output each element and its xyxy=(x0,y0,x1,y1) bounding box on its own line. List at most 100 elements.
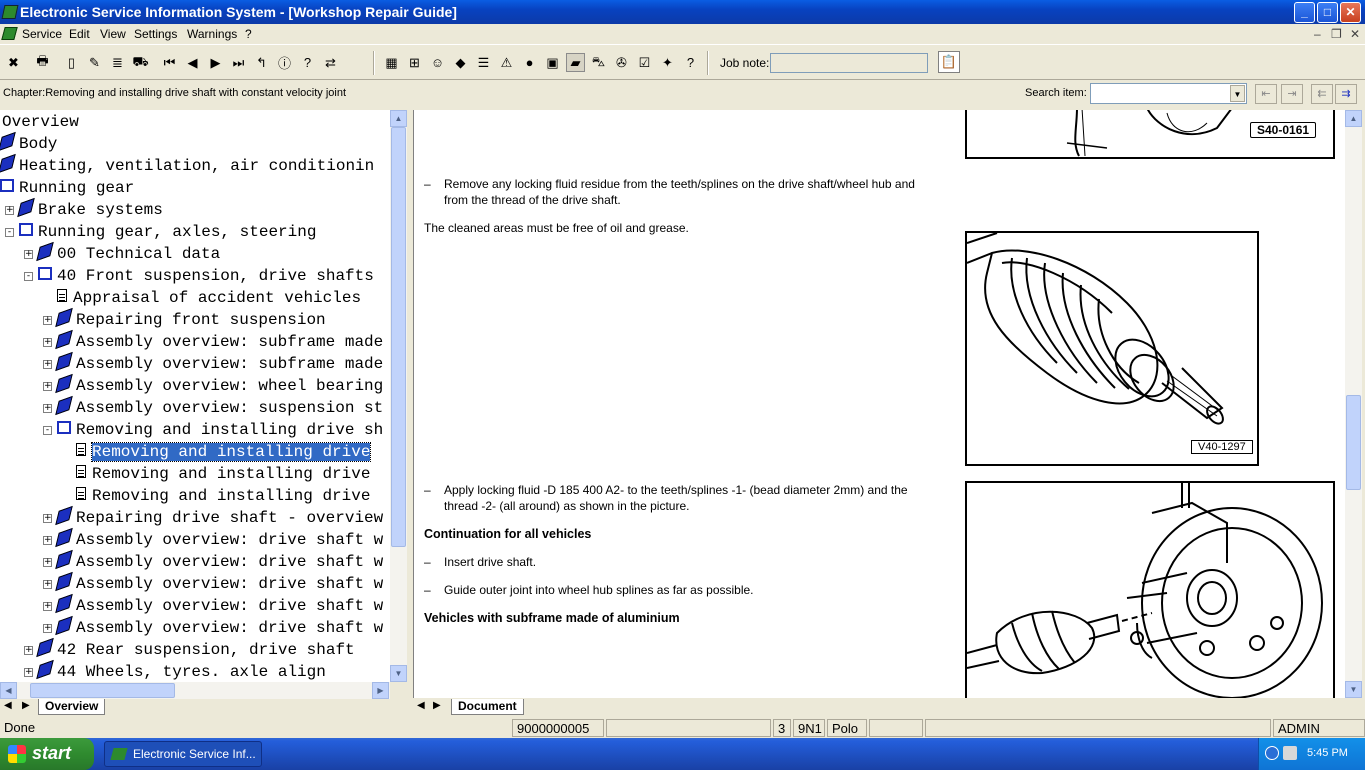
tree-horizontal-scrollbar[interactable]: ◀ ▶ xyxy=(0,682,390,699)
job-note-field[interactable] xyxy=(770,53,928,73)
checklist-icon[interactable]: ☑ xyxy=(635,53,654,72)
expand-node-icon[interactable]: + xyxy=(43,580,52,589)
scroll-up-icon[interactable]: ▲ xyxy=(390,110,407,127)
closed-book-icon xyxy=(55,308,73,328)
warning-icon[interactable]: ⚠ xyxy=(497,53,516,72)
start-button[interactable]: start xyxy=(0,738,94,770)
expand-node-icon[interactable]: + xyxy=(43,602,52,611)
tab-next-icon[interactable]: ▶ xyxy=(22,700,30,711)
tray-arrow-icon[interactable] xyxy=(1265,746,1279,760)
last-icon[interactable]: ⏭ xyxy=(229,53,248,72)
expand-node-icon[interactable]: + xyxy=(24,668,33,677)
help-icon[interactable]: ? xyxy=(298,53,317,72)
menu-service[interactable]: Service xyxy=(22,27,62,41)
scroll-thumb[interactable] xyxy=(391,127,406,547)
mdi-restore-button[interactable]: ❐ xyxy=(1331,27,1342,41)
menu-view[interactable]: View xyxy=(100,27,126,41)
toolbar-separator xyxy=(373,51,375,75)
expand-node-icon[interactable]: + xyxy=(43,404,52,413)
collapse-icon[interactable]: ⇇ xyxy=(1311,84,1333,104)
collapse-node-icon[interactable]: - xyxy=(5,228,14,237)
help-book-icon[interactable]: ? xyxy=(681,53,700,72)
chevron-down-icon[interactable]: ▼ xyxy=(1230,85,1245,102)
car-icon[interactable]: ⛍ xyxy=(589,53,608,72)
closed-book-icon xyxy=(55,528,73,548)
expand-node-icon[interactable]: + xyxy=(43,316,52,325)
menu-help[interactable]: ? xyxy=(245,27,252,41)
next-icon[interactable]: ▶ xyxy=(206,53,225,72)
save-disk-icon[interactable]: ▣ xyxy=(543,53,562,72)
maximize-button[interactable]: □ xyxy=(1317,2,1338,23)
tab-overview[interactable]: Overview xyxy=(38,699,106,715)
collapse-node-icon[interactable]: - xyxy=(43,426,52,435)
repair-guide-icon[interactable]: ▰ xyxy=(566,53,585,72)
expand-node-icon[interactable]: + xyxy=(43,558,52,567)
expand-node-icon[interactable]: + xyxy=(43,338,52,347)
search-forward-icon[interactable]: ⇥ xyxy=(1281,84,1303,104)
scroll-right-icon[interactable]: ▶ xyxy=(372,682,389,699)
circuit-icon[interactable]: ⊞ xyxy=(405,53,424,72)
scroll-down-icon[interactable]: ▼ xyxy=(1345,681,1362,698)
document-list-icon[interactable]: ≣ xyxy=(108,53,127,72)
scroll-up-icon[interactable]: ▲ xyxy=(1345,110,1362,127)
expand-node-icon[interactable]: + xyxy=(43,536,52,545)
tab-document[interactable]: Document xyxy=(451,699,524,715)
tree-vertical-scrollbar[interactable]: ▲ ▼ xyxy=(390,110,407,682)
bullet-dash: – xyxy=(424,483,431,497)
expand-node-icon[interactable]: + xyxy=(43,624,52,633)
search-back-icon[interactable]: ⇤ xyxy=(1255,84,1277,104)
taskbar-item-esi[interactable]: Electronic Service Inf... xyxy=(104,741,262,767)
tree-node-content: Appraisal of accident vehicles xyxy=(57,287,361,309)
clipboard-icon[interactable]: 📋 xyxy=(938,51,960,73)
tools-icon[interactable]: ✦ xyxy=(658,53,677,72)
tree-node-content: Assembly overview: drive shaft w xyxy=(55,528,383,551)
new-document-icon[interactable]: ▯ xyxy=(62,53,81,72)
minimize-button[interactable]: _ xyxy=(1294,2,1315,23)
search-item-select[interactable]: ▼ xyxy=(1090,83,1247,104)
globe-icon[interactable]: ● xyxy=(520,53,539,72)
overview-tree[interactable]: Overview Body Heating, ventilation, air co… xyxy=(0,110,390,682)
tab-next-icon[interactable]: ▶ xyxy=(433,700,441,711)
up-level-icon[interactable]: ↰ xyxy=(252,53,271,72)
menu-edit[interactable]: Edit xyxy=(69,27,90,41)
document-vertical-scrollbar[interactable]: ▲ ▼ xyxy=(1345,110,1362,698)
exit-icon[interactable]: ✖ xyxy=(4,53,23,72)
document-menu-icon[interactable] xyxy=(1,27,18,40)
previous-icon[interactable]: ◀ xyxy=(183,53,202,72)
tray-app-icon[interactable] xyxy=(1283,746,1297,760)
expand-node-icon[interactable]: + xyxy=(43,514,52,523)
print-icon[interactable]: 🖶 xyxy=(33,53,52,72)
menu-warnings[interactable]: Warnings xyxy=(187,27,237,41)
expand-node-icon[interactable]: + xyxy=(43,360,52,369)
scroll-left-icon[interactable]: ◀ xyxy=(0,682,17,699)
expand-node-icon[interactable]: + xyxy=(5,206,14,215)
edit-document-icon[interactable]: ✎ xyxy=(85,53,104,72)
info-icon[interactable]: ⓘ xyxy=(275,53,294,72)
people-icon[interactable]: ☺ xyxy=(428,53,447,72)
tab-prev-icon[interactable]: ◀ xyxy=(4,700,12,711)
diagnosis-icon[interactable]: ✇ xyxy=(612,53,631,72)
vehicle-icon[interactable]: ⛟ xyxy=(131,53,150,72)
close-button[interactable]: ✕ xyxy=(1340,2,1361,23)
red-book-icon[interactable]: ◆ xyxy=(451,53,470,72)
closed-book-icon xyxy=(55,506,73,526)
note-text: The cleaned areas must be free of oil an… xyxy=(424,221,689,235)
expand-node-icon[interactable]: + xyxy=(24,646,33,655)
scroll-down-icon[interactable]: ▼ xyxy=(390,665,407,682)
swap-icon[interactable]: ⇄ xyxy=(321,53,340,72)
scroll-thumb[interactable] xyxy=(1346,395,1361,490)
list-book-icon[interactable]: ☰ xyxy=(474,53,493,72)
mdi-close-button[interactable]: ✕ xyxy=(1350,27,1360,41)
tab-prev-icon[interactable]: ◀ xyxy=(417,700,425,711)
hscroll-thumb[interactable] xyxy=(30,683,175,698)
first-icon[interactable]: ⏮ xyxy=(160,53,179,72)
status-model: Polo xyxy=(827,719,867,737)
expand-node-icon[interactable]: + xyxy=(24,250,33,259)
closed-book-icon xyxy=(55,550,73,570)
menu-settings[interactable]: Settings xyxy=(134,27,177,41)
expand-icon[interactable]: ⇉ xyxy=(1335,84,1357,104)
expand-node-icon[interactable]: + xyxy=(43,382,52,391)
collapse-node-icon[interactable]: - xyxy=(24,272,33,281)
mdi-minimize-button[interactable]: – xyxy=(1314,27,1321,41)
calculator-icon[interactable]: ▦ xyxy=(382,53,401,72)
